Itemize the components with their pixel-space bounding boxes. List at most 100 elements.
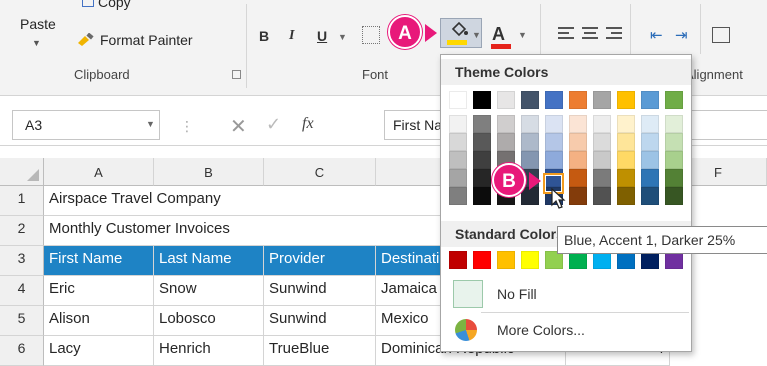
theme-shade-swatch[interactable] [521,115,539,133]
theme-color-swatch[interactable] [617,91,635,109]
theme-shade-swatch[interactable] [521,133,539,151]
cell-a2[interactable]: Monthly Customer Invoices [44,216,376,246]
theme-color-swatch[interactable] [593,91,611,109]
theme-shade-swatch[interactable] [665,115,683,133]
theme-shade-swatch[interactable] [617,151,635,169]
theme-color-swatch[interactable] [665,91,683,109]
theme-shade-swatch[interactable] [617,115,635,133]
theme-shade-swatch[interactable] [473,133,491,151]
enter-check-icon[interactable]: ✓ [266,114,281,135]
theme-shade-swatch[interactable] [593,151,611,169]
column-header[interactable]: A [44,158,154,186]
paste-dropdown-arrow[interactable]: ▼ [32,38,41,48]
select-all-corner[interactable] [0,158,44,186]
cell-a5[interactable]: Alison [44,306,154,336]
theme-color-swatch[interactable] [569,91,587,109]
cell-b5[interactable]: Lobosco [154,306,264,336]
theme-shade-swatch[interactable] [641,187,659,205]
theme-shade-swatch[interactable] [449,187,467,205]
format-painter-button[interactable]: Format Painter [76,32,193,48]
insert-function-button[interactable]: fx [302,115,314,133]
cell-a4[interactable]: Eric [44,276,154,306]
decrease-indent-icon[interactable]: ⇤ [650,26,663,44]
font-color-dropdown-arrow[interactable]: ▼ [518,30,527,40]
row-header[interactable]: 3 [0,246,44,276]
copy-button[interactable]: Copy [82,0,131,10]
cell-a1[interactable]: Airspace Travel Company [44,186,376,216]
theme-shade-swatch[interactable] [449,151,467,169]
cell-a6[interactable]: Lacy [44,336,154,366]
italic-button[interactable]: I [289,28,294,44]
theme-shade-swatch[interactable] [617,187,635,205]
row-header[interactable]: 6 [0,336,44,366]
theme-shade-swatch[interactable] [473,169,491,187]
theme-color-swatch[interactable] [473,91,491,109]
column-header[interactable]: C [264,158,376,186]
cell-b3[interactable]: Last Name [154,246,264,276]
no-fill-option[interactable]: No Fill [449,279,685,309]
align-top-icon[interactable] [558,27,574,41]
increase-indent-icon[interactable]: ⇥ [675,26,688,44]
cancel-icon[interactable]: ✕ [230,114,247,139]
theme-shade-swatch[interactable] [665,133,683,151]
theme-shade-swatch[interactable] [665,151,683,169]
underline-dropdown-arrow[interactable]: ▼ [338,32,347,42]
theme-shade-swatch[interactable] [449,169,467,187]
theme-color-swatch[interactable] [641,91,659,109]
theme-shade-swatch[interactable] [569,133,587,151]
theme-shade-swatch[interactable] [497,133,515,151]
theme-color-swatch[interactable] [449,91,467,109]
theme-shade-swatch[interactable] [593,187,611,205]
standard-color-swatch[interactable] [449,251,467,269]
theme-shade-swatch[interactable] [569,115,587,133]
row-header[interactable]: 2 [0,216,44,246]
theme-shade-swatch[interactable] [641,133,659,151]
theme-shade-swatch[interactable] [473,151,491,169]
underline-button[interactable]: U [317,28,327,44]
align-bottom-icon[interactable] [606,27,622,41]
theme-shade-swatch[interactable] [569,151,587,169]
name-box-dropdown-arrow[interactable]: ▼ [146,119,155,129]
bold-button[interactable]: B [259,28,269,44]
theme-shade-swatch[interactable] [593,133,611,151]
theme-shade-swatch[interactable] [497,115,515,133]
cell-c6[interactable]: TrueBlue [264,336,376,366]
fill-color-dropdown-arrow[interactable]: ▼ [472,30,481,40]
standard-color-swatch[interactable] [497,251,515,269]
theme-color-swatch[interactable] [521,91,539,109]
paste-button[interactable]: Paste [20,16,56,32]
column-header[interactable]: B [154,158,264,186]
row-header[interactable]: 1 [0,186,44,216]
standard-color-swatch[interactable] [521,251,539,269]
theme-shade-swatch[interactable] [473,115,491,133]
theme-shade-swatch[interactable] [593,115,611,133]
align-middle-icon[interactable] [582,27,598,41]
borders-button[interactable] [362,26,380,44]
theme-color-swatch[interactable] [497,91,515,109]
theme-shade-swatch[interactable] [569,169,587,187]
standard-color-swatch[interactable] [473,251,491,269]
cell-c5[interactable]: Sunwind [264,306,376,336]
font-color-button[interactable]: A [492,24,505,45]
theme-shade-swatch[interactable] [569,187,587,205]
cell-b4[interactable]: Snow [154,276,264,306]
theme-shade-swatch[interactable] [545,133,563,151]
theme-shade-swatch[interactable] [641,169,659,187]
theme-shade-swatch[interactable] [593,169,611,187]
theme-shade-swatch[interactable] [521,151,539,169]
theme-shade-swatch[interactable] [641,115,659,133]
merge-center-icon[interactable] [712,27,730,43]
theme-shade-swatch[interactable] [473,187,491,205]
more-colors-option[interactable]: More Colors... [449,315,685,345]
row-header[interactable]: 5 [0,306,44,336]
theme-color-swatch[interactable] [545,91,563,109]
theme-shade-swatch[interactable] [545,151,563,169]
cell-a3[interactable]: First Name [44,246,154,276]
theme-shade-swatch[interactable] [641,151,659,169]
theme-shade-swatch[interactable] [665,169,683,187]
theme-shade-swatch[interactable] [617,169,635,187]
cell-c3[interactable]: Provider [264,246,376,276]
theme-shade-swatch[interactable] [545,115,563,133]
name-box[interactable]: A3 [12,110,160,140]
row-header[interactable]: 4 [0,276,44,306]
